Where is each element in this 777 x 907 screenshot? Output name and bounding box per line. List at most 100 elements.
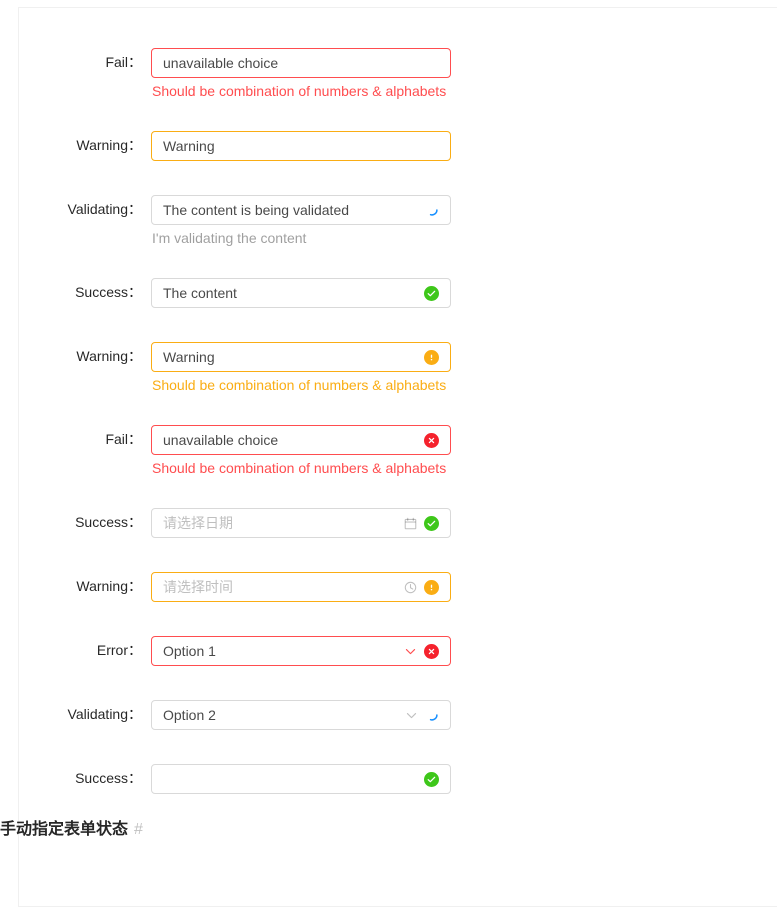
form-item-label-text: Success xyxy=(75,770,128,786)
field-value: Option 2 xyxy=(163,707,216,723)
select-field[interactable]: Option 1 xyxy=(151,636,451,666)
form-item-label: Warning： xyxy=(19,572,142,600)
field-suffix xyxy=(404,579,439,595)
section-heading-text: 手动指定表单状态 xyxy=(0,821,129,838)
form-item-error-8: Error： Option 1 xyxy=(19,630,777,694)
text-input-field[interactable]: 请选择日期 xyxy=(151,508,451,538)
loading-spinner-icon xyxy=(425,203,439,217)
form-item-label-text: Validating xyxy=(67,706,128,722)
form-item-warning-4: Warning： Warning Should be combination of … xyxy=(19,336,777,419)
form-item-label: Fail： xyxy=(19,425,142,453)
field-value: unavailable choice xyxy=(163,55,279,71)
form-item-label: Fail： xyxy=(19,48,142,76)
form-item-control: Warning xyxy=(151,131,451,161)
field-suffix xyxy=(405,708,439,722)
form-item-label-text: Warning xyxy=(76,137,128,153)
form-item-label-colon: ： xyxy=(128,642,142,658)
clock-icon xyxy=(404,581,417,594)
text-input-field[interactable]: unavailable choice xyxy=(151,425,451,455)
form-item-warning-1: Warning： Warning xyxy=(19,125,777,189)
field-suffix xyxy=(404,643,439,659)
form-item-success-3: Success： The content xyxy=(19,272,777,336)
form-item-control: unavailable choice Should be combination … xyxy=(151,48,451,102)
field-suffix xyxy=(404,515,439,531)
form-item-label-text: Validating xyxy=(67,201,128,217)
form-item-label-colon: ： xyxy=(128,284,142,300)
select-field[interactable]: Option 2 xyxy=(151,700,451,730)
field-suffix xyxy=(424,349,439,365)
success-check-icon xyxy=(424,515,439,531)
form-item-label: Success： xyxy=(19,764,142,792)
text-input-field[interactable] xyxy=(151,764,451,794)
form-item-label-text: Fail xyxy=(105,431,128,447)
chevron-down-icon[interactable] xyxy=(404,645,417,658)
form-item-label: Validating： xyxy=(19,700,142,728)
form-item-validating-9: Validating： Option 2 xyxy=(19,694,777,758)
section-heading: 手动指定表单状态 # xyxy=(0,818,143,842)
form-item-control: 请选择日期 xyxy=(151,508,451,538)
form-item-label-colon: ： xyxy=(128,348,142,364)
form-item-label-colon: ： xyxy=(128,514,142,530)
form-item-validating-2: Validating： The content is being validate… xyxy=(19,189,777,272)
form-item-label-colon: ： xyxy=(128,201,142,217)
field-suffix xyxy=(424,432,439,448)
form-item-control xyxy=(151,764,451,794)
form-item-label: Success： xyxy=(19,278,142,306)
field-suffix xyxy=(425,203,439,217)
loading-spinner-icon xyxy=(425,708,439,722)
error-close-icon xyxy=(424,643,439,659)
text-input-field[interactable]: Warning xyxy=(151,131,451,161)
form-item-fail-0: Fail： unavailable choice Should be combina… xyxy=(19,42,777,125)
field-value: unavailable choice xyxy=(163,432,279,448)
form-item-control: Option 1 xyxy=(151,636,451,666)
form-item-help-text: Should be combination of numbers & alpha… xyxy=(152,460,447,476)
form-item-label: Error： xyxy=(19,636,142,664)
text-input-field[interactable]: Warning xyxy=(151,342,451,372)
form-item-success-6: Success： 请选择日期 xyxy=(19,502,777,566)
form-item-control: Warning Should be combination of numbers … xyxy=(151,342,451,396)
calendar-icon xyxy=(404,517,417,530)
form-item-label-text: Warning xyxy=(76,578,128,594)
form-item-label-text: Warning xyxy=(76,348,128,364)
form-item-label-colon: ： xyxy=(128,706,142,722)
anchor-link-icon[interactable]: # xyxy=(134,821,143,838)
form-item-label-text: Fail xyxy=(105,54,128,70)
form-item-help-text: I'm validating the content xyxy=(152,230,307,246)
error-close-icon xyxy=(424,432,439,448)
form-item-control: unavailable choice Should be combination … xyxy=(151,425,451,479)
text-input-field[interactable]: The content is being validated xyxy=(151,195,451,225)
success-check-icon xyxy=(424,771,439,787)
form-item-control: 请选择时间 xyxy=(151,572,451,602)
form-item-label-text: Error xyxy=(96,642,128,658)
field-placeholder: 请选择日期 xyxy=(163,515,233,531)
form-item-control: The content xyxy=(151,278,451,308)
form-item-label: Warning： xyxy=(19,342,142,370)
form-item-warning-7: Warning： 请选择时间 xyxy=(19,566,777,630)
form-item-label: Warning： xyxy=(19,131,142,159)
text-input-field[interactable]: unavailable choice xyxy=(151,48,451,78)
form-item-control: The content is being validated I'm valida… xyxy=(151,195,451,249)
field-value: The content is being validated xyxy=(163,202,350,218)
success-check-icon xyxy=(424,285,439,301)
form-item-label-text: Success xyxy=(75,514,128,530)
form-item-help-text: Should be combination of numbers & alpha… xyxy=(152,83,447,99)
text-input-field[interactable]: 请选择时间 xyxy=(151,572,451,602)
field-suffix xyxy=(424,285,439,301)
form-card: Fail： unavailable choice Should be combina… xyxy=(18,7,777,907)
form-item-label-colon: ： xyxy=(128,54,142,70)
field-suffix xyxy=(424,771,439,787)
form-item-success-10: Success： xyxy=(19,758,777,822)
form-item-label-colon: ： xyxy=(128,137,142,153)
validation-status-form: Fail： unavailable choice Should be combina… xyxy=(19,8,777,822)
form-item-label: Validating： xyxy=(19,195,142,223)
form-item-control: Option 2 xyxy=(151,700,451,730)
field-value: The content xyxy=(163,285,237,301)
form-item-label-colon: ： xyxy=(128,578,142,594)
warning-exclamation-icon xyxy=(424,579,439,595)
field-value: Warning xyxy=(163,349,215,365)
chevron-down-icon[interactable] xyxy=(405,709,418,722)
form-item-label-text: Success xyxy=(75,284,128,300)
text-input-field[interactable]: The content xyxy=(151,278,451,308)
field-value: Option 1 xyxy=(163,643,216,659)
form-item-help-text: Should be combination of numbers & alpha… xyxy=(152,377,447,393)
